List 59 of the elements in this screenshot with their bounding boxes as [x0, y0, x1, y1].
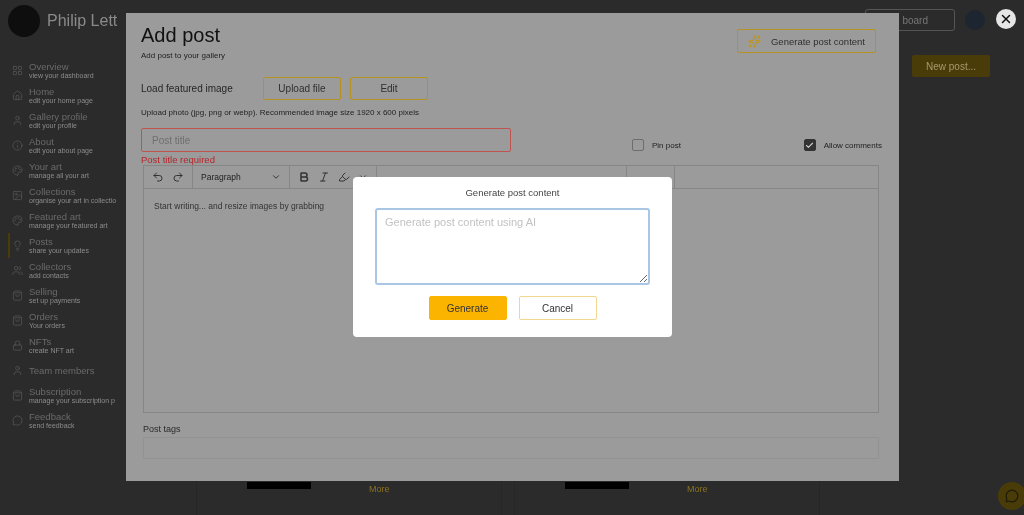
menu-icon: [12, 365, 24, 376]
editor-placeholder: Start writing... and resize images by grabbing: [154, 201, 325, 211]
menu-icon: [12, 290, 24, 301]
caret-icon: [271, 172, 281, 182]
prompt-field[interactable]: Generate post content using AI: [375, 208, 650, 285]
checkbox-label: Allow comments: [823, 140, 882, 150]
upload-hint: Upload photo (jpg, png or webp). Recommended image size 1920 x 600 pixels: [141, 108, 420, 117]
menu-icon: [12, 115, 24, 126]
menu-icon: [12, 265, 24, 276]
more-link[interactable]: More: [369, 484, 390, 515]
item-title: Posts: [29, 236, 54, 247]
item-title: Collectors: [29, 261, 73, 272]
menu-icon: [12, 140, 24, 151]
highlighter-icon[interactable]: [338, 171, 350, 183]
item-title: Collections: [29, 186, 77, 197]
undo-icon[interactable]: [152, 171, 164, 183]
menu-icon: [12, 190, 24, 201]
menu-icon: [12, 90, 24, 101]
photo-placeholder: [565, 482, 629, 489]
menu-icon: [12, 415, 24, 426]
upload-button[interactable]: Upload file: [263, 77, 341, 100]
brand-name: Philip Lett: [47, 12, 118, 30]
generate-content-button[interactable]: Generate post content: [737, 29, 876, 53]
italic-icon[interactable]: [318, 171, 330, 183]
photo-placeholder: [247, 482, 311, 489]
cancel-button[interactable]: Cancel: [518, 296, 597, 320]
chat-icon: [1005, 489, 1019, 503]
item-title: Home: [29, 86, 56, 97]
menu-icon: [12, 215, 24, 226]
dialog-subtitle: Add post to your gallery: [141, 51, 226, 60]
menu-icon: [12, 390, 24, 401]
checkbox[interactable]: [803, 139, 816, 151]
edit-button[interactable]: Edit: [350, 77, 428, 100]
featured-image-label: Load featured image: [141, 83, 234, 94]
dialog-title: Add post: [141, 23, 221, 47]
item-title: NFTs: [29, 336, 53, 347]
dialog-title: Generate post content: [465, 187, 560, 198]
menu-icon: [12, 240, 24, 251]
error-message: Post title required: [141, 154, 216, 165]
format-select[interactable]: Paragraph: [201, 172, 281, 182]
new-post-button[interactable]: New post...: [912, 55, 990, 77]
generate-button[interactable]: Generate: [428, 296, 507, 320]
logo-avatar: [8, 5, 40, 37]
menu-icon: [12, 65, 24, 76]
item-title: Overview: [29, 61, 70, 72]
menu-icon: [12, 340, 24, 351]
item-title: Selling: [29, 286, 59, 297]
more-link[interactable]: More: [687, 484, 708, 515]
menu-icon: [12, 315, 24, 326]
item-title: About: [29, 136, 55, 147]
item-title: Feedback: [29, 411, 72, 422]
redo-icon[interactable]: [172, 171, 184, 183]
tags-label: Post tags: [143, 424, 182, 434]
checkbox-label: Pin post: [652, 140, 681, 150]
checkbox[interactable]: [632, 139, 644, 151]
sparkle-icon: [748, 34, 761, 48]
bold-icon[interactable]: [298, 171, 310, 183]
menu-icon: [12, 165, 24, 176]
close-icon[interactable]: [996, 9, 1016, 29]
